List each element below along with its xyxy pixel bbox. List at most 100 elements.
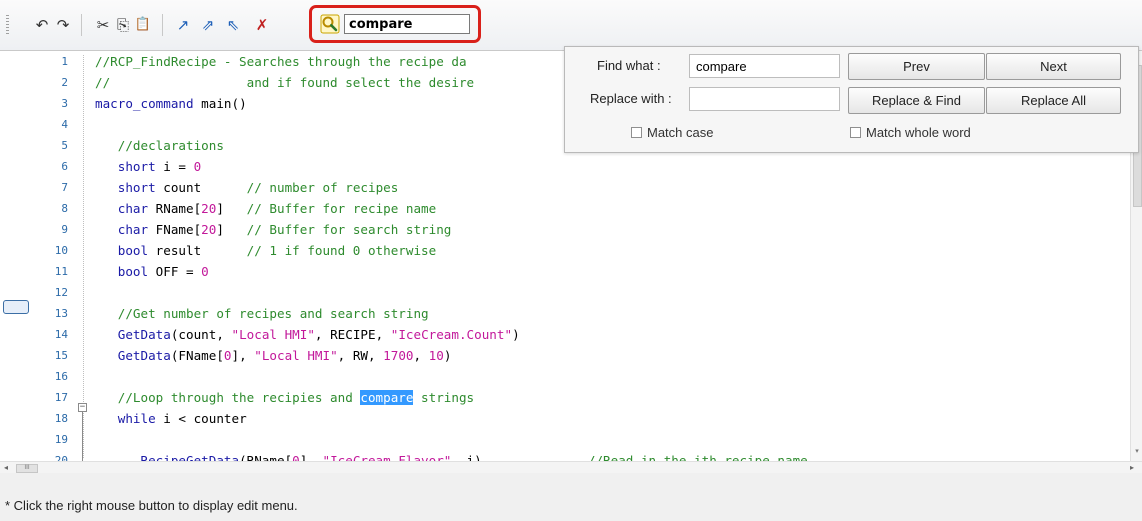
line-number: 4 <box>61 118 68 131</box>
code-token: ] <box>216 201 247 216</box>
code-token: ) <box>512 327 520 342</box>
code-token: RName[ <box>148 201 202 216</box>
code-token: main() <box>193 96 247 111</box>
code-token: char <box>95 201 149 216</box>
line-number: 16 <box>54 370 68 383</box>
code-token: (FName[ <box>170 348 224 363</box>
code-token: //RCP_FindRecipe - Searches through the … <box>95 54 467 69</box>
code-line[interactable]: while i < counter <box>95 408 247 429</box>
code-token: // Buffer for recipe name <box>246 201 437 216</box>
code-line[interactable]: //Get number of recipes and search strin… <box>95 303 429 324</box>
status-bar: * Click the right mouse button to displa… <box>0 491 1142 521</box>
horizontal-scrollbar[interactable]: ◂ III ▸ <box>0 461 1142 473</box>
code-line[interactable]: short count // number of recipes <box>95 177 399 198</box>
line-number: 2 <box>61 76 68 89</box>
code-token: i = <box>155 159 194 174</box>
search-match-highlight: compare <box>360 390 414 405</box>
code-line[interactable]: bool result // 1 if found 0 otherwise <box>95 240 436 261</box>
code-line[interactable]: GetData(FName[0], "Local HMI", RW, 1700,… <box>95 345 452 366</box>
code-line[interactable]: GetData(count, "Local HMI", RECIPE, "Ice… <box>95 324 520 345</box>
code-token: "IceCream.Count" <box>390 327 513 342</box>
replace-with-input[interactable] <box>689 87 840 111</box>
scroll-left-icon[interactable]: ◂ <box>4 462 8 473</box>
code-line[interactable]: bool OFF = 0 <box>95 261 209 282</box>
code-token: 0 <box>201 264 209 279</box>
code-line[interactable]: // and if found select the desire <box>95 72 474 93</box>
match-whole-word-checkbox[interactable]: Match whole word <box>850 125 971 140</box>
quick-find-input[interactable] <box>344 14 470 34</box>
match-case-label: Match case <box>647 125 714 140</box>
prev-button[interactable]: Prev <box>848 53 985 80</box>
replace-and-find-button[interactable]: Replace & Find <box>848 87 985 114</box>
code-token: 0 <box>223 348 232 363</box>
code-token: // Buffer for search string <box>246 222 452 237</box>
code-token: GetData <box>95 327 171 342</box>
code-token: short <box>95 180 156 195</box>
code-token: // and if found select the desire <box>95 75 475 90</box>
fold-rail <box>83 55 85 458</box>
code-token: ) <box>443 348 452 363</box>
code-token: 1700 <box>383 348 414 363</box>
line-number: 18 <box>54 412 68 425</box>
match-whole-word-box[interactable] <box>850 127 861 138</box>
bookmark-marker[interactable] <box>3 300 29 314</box>
bookmark-toggle-icon[interactable]: ↗ <box>173 14 193 36</box>
bookmark-clear-icon[interactable]: ✗ <box>252 14 272 36</box>
fold-toggle-icon[interactable]: − <box>78 403 87 412</box>
line-number: 6 <box>61 160 68 173</box>
paste-icon[interactable]: 📋 <box>133 14 153 36</box>
horizontal-scroll-thumb[interactable]: III <box>16 464 38 473</box>
code-token: macro_command <box>95 96 194 111</box>
code-token: 10 <box>428 348 444 363</box>
status-text: * Click the right mouse button to displa… <box>5 498 298 513</box>
replace-all-button[interactable]: Replace All <box>986 87 1121 114</box>
code-token: //declarations <box>95 138 224 153</box>
line-number: 9 <box>61 223 68 236</box>
line-number: 12 <box>54 286 68 299</box>
code-token: // 1 if found 0 otherwise <box>246 243 437 258</box>
toolbar-separator <box>81 14 82 36</box>
next-button[interactable]: Next <box>986 53 1121 80</box>
line-number-gutter: − 123456789101112131415161718192021 <box>0 51 89 467</box>
code-line[interactable]: //Loop through the recipies and compare … <box>95 387 474 408</box>
code-token: OFF = <box>148 264 202 279</box>
scroll-down-icon[interactable]: ▾ <box>1133 447 1141 457</box>
find-what-input[interactable] <box>689 54 840 78</box>
code-line[interactable]: //declarations <box>95 135 224 156</box>
code-line[interactable]: char RName[20] // Buffer for recipe name <box>95 198 437 219</box>
fold-region-line <box>82 412 83 462</box>
code-token: , <box>413 348 429 363</box>
code-line[interactable]: macro_command main() <box>95 93 247 114</box>
code-token: result <box>148 243 247 258</box>
code-token: , RW, <box>337 348 384 363</box>
undo-icon[interactable]: ↶ <box>32 14 52 36</box>
match-case-box[interactable] <box>631 127 642 138</box>
match-case-checkbox[interactable]: Match case <box>631 125 713 140</box>
code-token: "Local HMI" <box>254 348 338 363</box>
line-number: 19 <box>54 433 68 446</box>
line-number: 5 <box>61 139 68 152</box>
toolbar-separator <box>162 14 163 36</box>
code-token: count <box>155 180 247 195</box>
code-token: while <box>95 411 156 426</box>
cut-icon[interactable]: ✂ <box>93 14 113 36</box>
editor-toolbar: ↶ ↷ ✂ ⎘ 📋 ↗ ⇗ ⇖ ✗ <box>0 0 1142 51</box>
copy-icon[interactable]: ⎘ <box>113 14 133 36</box>
code-token: i < counter <box>155 411 247 426</box>
code-line[interactable]: //RCP_FindRecipe - Searches through the … <box>95 51 467 72</box>
bookmark-next-icon[interactable]: ⇗ <box>198 14 218 36</box>
code-token: bool <box>95 264 149 279</box>
code-token: strings <box>413 390 475 405</box>
scroll-right-icon[interactable]: ▸ <box>1130 462 1134 473</box>
find-icon[interactable] <box>320 14 340 34</box>
code-line[interactable]: short i = 0 <box>95 156 201 177</box>
code-token: (count, <box>170 327 232 342</box>
code-token: , RECIPE, <box>314 327 391 342</box>
line-number: 7 <box>61 181 68 194</box>
code-line[interactable]: char FName[20] // Buffer for search stri… <box>95 219 452 240</box>
line-number: 13 <box>54 307 68 320</box>
redo-icon[interactable]: ↷ <box>53 14 73 36</box>
line-number: 3 <box>61 97 68 110</box>
replace-with-label: Replace with : <box>590 91 672 106</box>
bookmark-prev-icon[interactable]: ⇖ <box>223 14 243 36</box>
